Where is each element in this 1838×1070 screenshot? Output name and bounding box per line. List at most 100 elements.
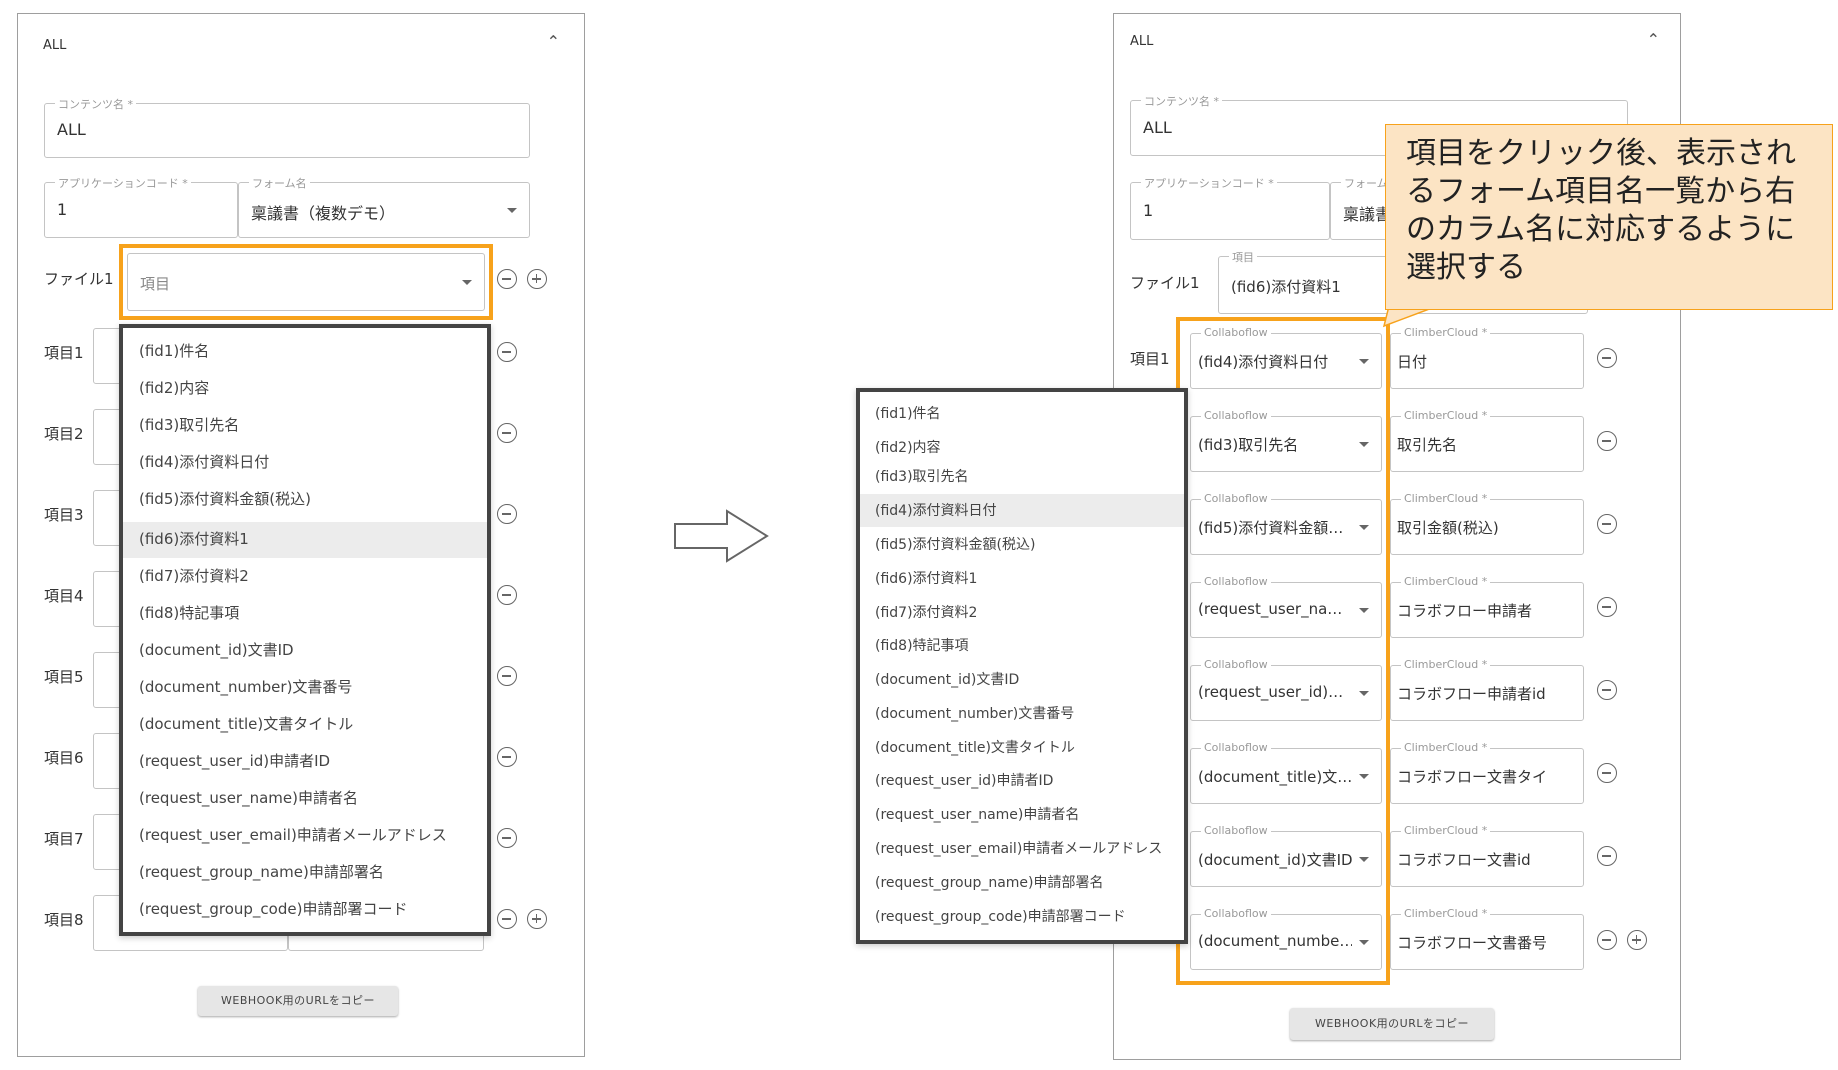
climbercloud-field[interactable]: ClimberCloud * 日付	[1390, 326, 1584, 389]
dropdown-item[interactable]: (fid6)添付資料1	[123, 521, 487, 558]
form-name-value: 稟議書（複数デモ）	[251, 204, 396, 223]
chevron-down-icon	[507, 208, 517, 213]
row-label-1: 項目1	[1130, 350, 1170, 368]
climbercloud-field[interactable]: ClimberCloud * コラボフロー申請者id	[1390, 658, 1584, 721]
remove-circle-icon[interactable]	[1597, 763, 1617, 783]
climbercloud-field[interactable]: ClimberCloud * 取引金額(税込)	[1390, 492, 1584, 555]
panel-title: ALL	[43, 38, 67, 53]
add-circle-icon[interactable]	[527, 269, 547, 289]
dropdown-item[interactable]: (fid5)添付資料金額(税込)	[860, 528, 1184, 562]
remove-circle-icon[interactable]	[1597, 514, 1617, 534]
dropdown-item[interactable]: (fid3)取引先名	[123, 407, 487, 444]
climbercloud-field[interactable]: ClimberCloud * 取引先名	[1390, 409, 1584, 472]
remove-circle-icon[interactable]	[497, 747, 517, 767]
remove-circle-icon[interactable]	[497, 504, 517, 524]
left-item-dropdown[interactable]: (fid1)件名 (fid2)内容 (fid3)取引先名 (fid4)添付資料日…	[119, 324, 491, 936]
file-item-select[interactable]: 項目	[127, 253, 485, 311]
dropdown-item[interactable]: (request_user_email)申請者メールアドレス	[860, 832, 1184, 866]
copy-webhook-url-button[interactable]: WEBHOOK用のURLをコピー	[198, 986, 398, 1016]
row-label-8: 項目8	[44, 911, 84, 929]
instruction-callout: 項目をクリック後、表示されるフォーム項目名一覧から右のカラム名に対応するように選…	[1385, 124, 1833, 310]
app-code-field[interactable]: アプリケーションコード * 1	[1130, 175, 1330, 240]
climbercloud-field[interactable]: ClimberCloud * コラボフロー文書id	[1390, 824, 1584, 887]
climbercloud-field[interactable]: ClimberCloud * コラボフロー申請者	[1390, 575, 1584, 638]
dropdown-item[interactable]: (request_user_name)申請者名	[123, 780, 487, 817]
climbercloud-value: コラボフロー文書タイ	[1397, 768, 1548, 786]
remove-circle-icon[interactable]	[497, 828, 517, 848]
content-name-label: コンテンツ名 *	[1141, 93, 1222, 109]
dropdown-item[interactable]: (document_title)文書タイトル	[123, 706, 487, 743]
dropdown-item[interactable]: (fid3)取引先名	[860, 460, 1184, 494]
row-label-7: 項目7	[44, 830, 84, 848]
dropdown-item[interactable]: (document_title)文書タイトル	[860, 731, 1184, 765]
climbercloud-field[interactable]: ClimberCloud * コラボフロー文書番号	[1390, 907, 1584, 970]
remove-circle-icon[interactable]	[1597, 930, 1617, 950]
app-code-label: アプリケーションコード *	[55, 175, 191, 191]
dropdown-item[interactable]: (fid1)件名	[123, 333, 487, 370]
remove-circle-icon[interactable]	[497, 342, 517, 362]
remove-circle-icon[interactable]	[1597, 846, 1617, 866]
dropdown-item[interactable]: (fid7)添付資料2	[860, 596, 1184, 630]
right-item-dropdown[interactable]: (fid1)件名 (fid2)内容 (fid3)取引先名 (fid4)添付資料日…	[856, 388, 1188, 944]
dropdown-item[interactable]: (request_user_id)申請者ID	[860, 764, 1184, 798]
dropdown-item[interactable]: (request_user_email)申請者メールアドレス	[123, 817, 487, 854]
dropdown-item[interactable]: (fid7)添付資料2	[123, 558, 487, 595]
dropdown-item[interactable]: (request_group_name)申請部署名	[860, 866, 1184, 900]
climbercloud-field[interactable]: ClimberCloud * コラボフロー文書タイ	[1390, 741, 1584, 804]
remove-circle-icon[interactable]	[1597, 431, 1617, 451]
climbercloud-label: ClimberCloud *	[1401, 824, 1491, 837]
dropdown-item[interactable]: (fid8)特記事項	[860, 629, 1184, 663]
file-item-label: 項目	[1229, 249, 1257, 265]
content-name-value: ALL	[1143, 118, 1172, 137]
chevron-up-icon[interactable]: ⌃	[1647, 30, 1660, 49]
dropdown-item[interactable]: (document_id)文書ID	[860, 663, 1184, 697]
copy-webhook-url-button[interactable]: WEBHOOK用のURLをコピー	[1290, 1008, 1494, 1040]
remove-circle-icon[interactable]	[497, 269, 517, 289]
add-circle-icon[interactable]	[1627, 930, 1647, 950]
content-name-field[interactable]: コンテンツ名 * ALL	[44, 96, 530, 158]
remove-circle-icon[interactable]	[497, 909, 517, 929]
remove-circle-icon[interactable]	[1597, 597, 1617, 617]
row-label-4: 項目4	[44, 587, 84, 605]
climbercloud-value: 日付	[1397, 353, 1428, 371]
dropdown-item[interactable]: (document_number)文書番号	[123, 669, 487, 706]
app-code-label: アプリケーションコード *	[1141, 175, 1277, 191]
remove-circle-icon[interactable]	[497, 423, 517, 443]
climbercloud-label: ClimberCloud *	[1401, 575, 1491, 588]
arrow-right-icon	[674, 509, 769, 563]
panel-title: ALL	[1130, 34, 1154, 49]
dropdown-item[interactable]: (request_user_name)申請者名	[860, 798, 1184, 832]
dropdown-item[interactable]: (fid4)添付資料日付	[123, 444, 487, 481]
remove-circle-icon[interactable]	[1597, 680, 1617, 700]
row-label-6: 項目6	[44, 749, 84, 767]
chevron-up-icon[interactable]: ⌃	[547, 32, 560, 51]
form-name-value: 稟議書	[1343, 205, 1392, 224]
dropdown-item[interactable]: (request_group_code)申請部署コード	[123, 891, 487, 928]
dropdown-item[interactable]: (document_number)文書番号	[860, 697, 1184, 731]
dropdown-item[interactable]: (request_group_name)申請部署名	[123, 854, 487, 891]
remove-circle-icon[interactable]	[497, 585, 517, 605]
dropdown-item[interactable]: (document_id)文書ID	[123, 632, 487, 669]
dropdown-item[interactable]: (fid5)添付資料金額(税込)	[123, 481, 487, 518]
dropdown-item[interactable]: (fid2)内容	[123, 370, 487, 407]
add-circle-icon[interactable]	[527, 909, 547, 929]
climbercloud-value: コラボフロー文書id	[1397, 851, 1531, 869]
remove-circle-icon[interactable]	[1597, 348, 1617, 368]
form-name-select[interactable]: フォーム名 稟議書（複数デモ）	[238, 175, 530, 238]
dropdown-item[interactable]: (fid4)添付資料日付	[860, 494, 1184, 528]
dropdown-item[interactable]: (fid6)添付資料1	[860, 562, 1184, 596]
climbercloud-label: ClimberCloud *	[1401, 741, 1491, 754]
climbercloud-value: 取引先名	[1397, 436, 1458, 454]
app-code-field[interactable]: アプリケーションコード * 1	[44, 175, 238, 238]
file-item-placeholder: 項目	[140, 275, 171, 293]
dropdown-item[interactable]: (fid8)特記事項	[123, 595, 487, 632]
dropdown-item[interactable]: (fid1)件名	[860, 397, 1184, 431]
app-code-value: 1	[1143, 201, 1154, 220]
dropdown-item[interactable]: (request_group_code)申請部署コード	[860, 900, 1184, 934]
climbercloud-label: ClimberCloud *	[1401, 658, 1491, 671]
climbercloud-label: ClimberCloud *	[1401, 492, 1491, 505]
remove-circle-icon[interactable]	[497, 666, 517, 686]
file-label: ファイル1	[1130, 274, 1200, 292]
content-name-label: コンテンツ名 *	[55, 96, 136, 112]
dropdown-item[interactable]: (request_user_id)申請者ID	[123, 743, 487, 780]
